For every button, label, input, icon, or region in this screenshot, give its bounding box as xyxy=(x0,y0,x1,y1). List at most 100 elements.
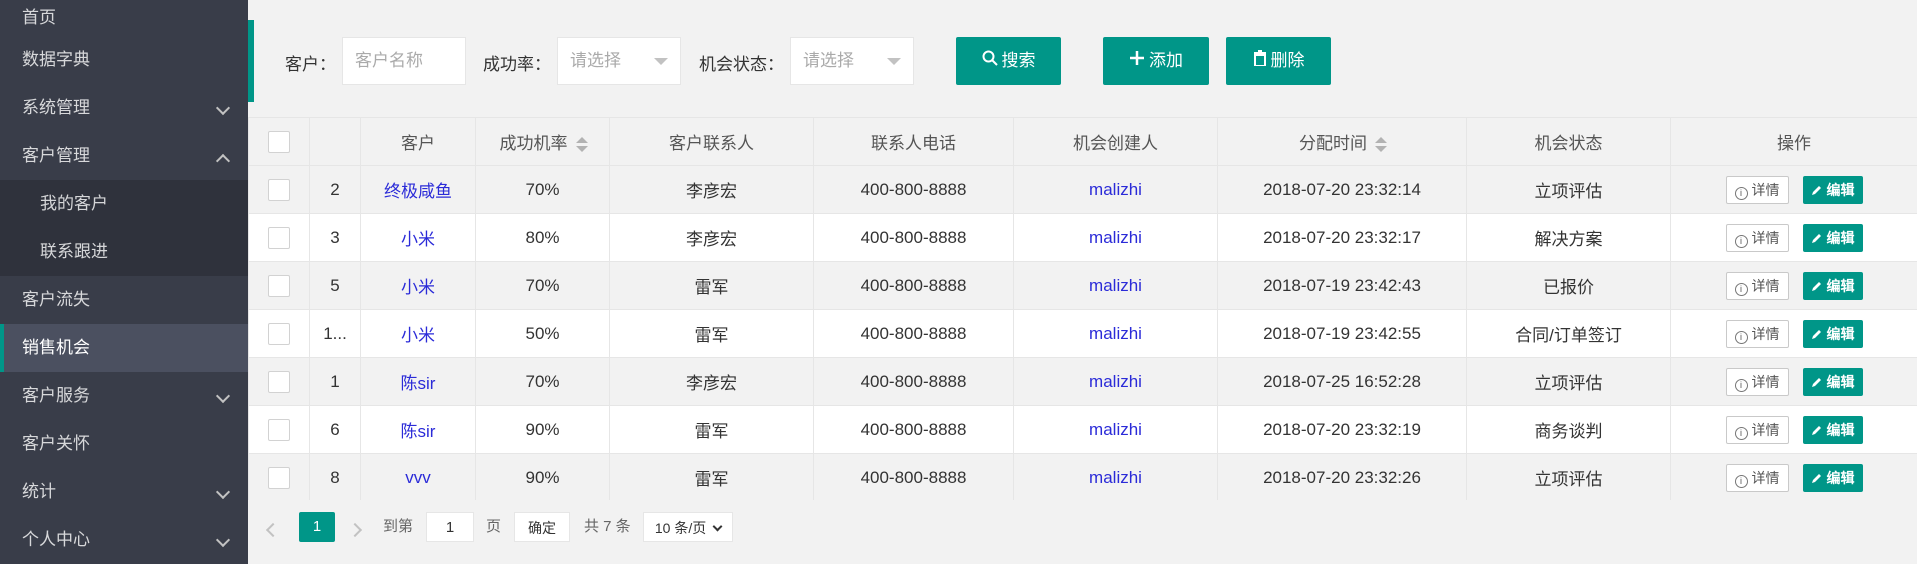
sidebar-item-customer-service[interactable]: 客户服务 xyxy=(0,372,248,420)
row-contact-text: 雷军 xyxy=(694,278,729,297)
sidebar-item-dictionary[interactable]: 数据字典 xyxy=(0,36,248,84)
detail-label: 详情 xyxy=(1751,469,1780,486)
row-creator-text[interactable]: malizhi xyxy=(1089,324,1142,343)
header-success-rate[interactable]: 成功机率 xyxy=(475,117,610,166)
detail-button[interactable]: i 详情 xyxy=(1725,367,1789,396)
table-row[interactable]: 6 陈sir 90% 雷军 400-800-8888 malizhi 2018-07-20 … xyxy=(248,405,1917,454)
success-rate-select[interactable]: 请选择 xyxy=(557,37,681,85)
row-checkbox[interactable] xyxy=(268,370,290,393)
row-assign-time-text: 2018-07-20 23:32:26 xyxy=(1263,467,1421,487)
table-row[interactable]: 1... 小米 50% 雷军 400-800-8888 malizhi 2018-07-19… xyxy=(248,309,1917,358)
delete-button[interactable]: 删除 xyxy=(1226,37,1331,85)
row-assign-time: 2018-07-19 23:42:43 xyxy=(1217,261,1467,310)
opportunity-status-select[interactable]: 请选择 xyxy=(790,37,914,85)
edit-button[interactable]: 编辑 xyxy=(1802,175,1863,204)
header-assign-time[interactable]: 分配时间 xyxy=(1217,117,1467,166)
search-button[interactable]: 搜索 xyxy=(956,37,1061,85)
sidebar-item-system[interactable]: 系统管理 xyxy=(0,84,248,132)
row-select-cell xyxy=(248,405,310,454)
sidebar-item-follow-up[interactable]: 联系跟进 xyxy=(0,228,248,276)
row-customer: 小米 xyxy=(360,213,476,262)
row-customer-text[interactable]: vvv xyxy=(405,468,431,487)
prev-page-icon[interactable] xyxy=(265,516,281,546)
row-phone-text: 400-800-8888 xyxy=(860,179,967,199)
sidebar-item-statistics[interactable]: 统计 xyxy=(0,468,248,516)
select-all-cell xyxy=(248,117,310,166)
sidebar-item-home[interactable]: 首页 xyxy=(0,0,248,36)
table-row[interactable]: 8 vvv 90% 雷军 400-800-8888 malizhi 2018-07-20 2… xyxy=(248,453,1917,500)
row-creator-text[interactable]: malizhi xyxy=(1089,372,1142,391)
row-checkbox[interactable] xyxy=(268,226,290,249)
customer-name-input[interactable]: 客户名称 xyxy=(342,37,466,85)
row-customer-text[interactable]: 终极咸鱼 xyxy=(384,182,452,201)
edit-button[interactable]: 编辑 xyxy=(1802,463,1863,492)
row-select-cell xyxy=(248,213,310,262)
row-creator: malizhi xyxy=(1013,357,1218,406)
sidebar-item-personal-center[interactable]: 个人中心 xyxy=(0,516,248,564)
sort-icon[interactable] xyxy=(575,136,588,153)
detail-button[interactable]: i 详情 xyxy=(1725,223,1789,252)
header-assign-time-label: 分配时间 xyxy=(1299,134,1367,153)
page-1-button[interactable]: 1 xyxy=(299,512,335,542)
table-row[interactable]: 3 小米 80% 李彦宏 400-800-8888 malizhi 2018-07-20 2… xyxy=(248,213,1917,262)
sidebar-item-label: 个人中心 xyxy=(22,530,90,549)
sort-icon[interactable] xyxy=(1375,136,1387,153)
sidebar-item-customer-loss[interactable]: 客户流失 xyxy=(0,276,248,324)
row-phone: 400-800-8888 xyxy=(813,453,1014,500)
row-creator-text[interactable]: malizhi xyxy=(1089,228,1142,247)
edit-button[interactable]: 编辑 xyxy=(1802,415,1863,444)
delete-button-label: 删除 xyxy=(1270,51,1305,70)
row-checkbox[interactable] xyxy=(268,466,290,489)
row-checkbox[interactable] xyxy=(268,178,290,201)
row-actions: i 详情 编辑 xyxy=(1670,213,1917,262)
edit-button[interactable]: 编辑 xyxy=(1802,319,1863,348)
row-creator-text[interactable]: malizhi xyxy=(1089,180,1142,199)
next-page-icon[interactable] xyxy=(347,516,363,546)
sidebar-item-customer-care[interactable]: 客户关怀 xyxy=(0,420,248,468)
row-id-text: 8 xyxy=(330,467,340,487)
detail-button[interactable]: i 详情 xyxy=(1725,175,1789,204)
row-customer-text[interactable]: 陈sir xyxy=(401,374,436,393)
select-all-checkbox[interactable] xyxy=(268,130,290,153)
row-id-text: 5 xyxy=(330,275,340,295)
add-button[interactable]: 添加 xyxy=(1103,37,1209,85)
row-customer-text[interactable]: 小米 xyxy=(401,326,435,345)
detail-button[interactable]: i 详情 xyxy=(1725,463,1789,492)
edit-button[interactable]: 编辑 xyxy=(1802,223,1863,252)
sidebar-item-label: 系统管理 xyxy=(22,98,90,117)
pencil-icon xyxy=(1811,281,1821,291)
sidebar-item-my-customers[interactable]: 我的客户 xyxy=(0,180,248,228)
table-row[interactable]: 1 陈sir 70% 李彦宏 400-800-8888 malizhi 2018-07-25… xyxy=(248,357,1917,406)
detail-button[interactable]: i 详情 xyxy=(1725,319,1789,348)
row-checkbox[interactable] xyxy=(268,322,290,345)
row-customer-text[interactable]: 小米 xyxy=(401,278,435,297)
row-customer-text[interactable]: 小米 xyxy=(401,230,435,249)
sidebar-item-label: 客户流失 xyxy=(22,290,90,309)
row-checkbox[interactable] xyxy=(268,274,290,297)
table-row[interactable]: 2 终极咸鱼 70% 李彦宏 400-800-8888 malizhi 2018-07-20… xyxy=(248,165,1917,214)
goto-confirm-button[interactable]: 确定 xyxy=(514,512,570,542)
header-customer: 客户 xyxy=(360,117,476,166)
detail-button[interactable]: i 详情 xyxy=(1725,271,1789,300)
row-checkbox[interactable] xyxy=(268,418,290,441)
pencil-icon xyxy=(1811,377,1821,387)
row-creator-text[interactable]: malizhi xyxy=(1089,420,1142,439)
plus-icon xyxy=(1129,37,1145,85)
sidebar-item-sales-opportunity[interactable]: 销售机会 xyxy=(0,324,248,372)
detail-button[interactable]: i 详情 xyxy=(1725,415,1789,444)
row-success-rate: 50% xyxy=(475,309,610,358)
edit-button[interactable]: 编辑 xyxy=(1802,367,1863,396)
row-status: 已报价 xyxy=(1466,261,1671,310)
row-customer-text[interactable]: 陈sir xyxy=(401,422,436,441)
page-size-select[interactable]: 10 条/页 xyxy=(643,512,733,542)
edit-button[interactable]: 编辑 xyxy=(1802,271,1863,300)
table-row[interactable]: 5 小米 70% 雷军 400-800-8888 malizhi 2018-07-19 23… xyxy=(248,261,1917,310)
row-assign-time-text: 2018-07-25 16:52:28 xyxy=(1263,371,1421,391)
edit-label: 编辑 xyxy=(1826,229,1855,246)
row-creator-text[interactable]: malizhi xyxy=(1089,468,1142,487)
sidebar-item-customer-mgmt[interactable]: 客户管理 xyxy=(0,132,248,180)
row-creator-text[interactable]: malizhi xyxy=(1089,276,1142,295)
goto-page-input[interactable]: 1 xyxy=(426,512,474,542)
row-customer: vvv xyxy=(360,453,476,500)
row-status: 立项评估 xyxy=(1466,165,1671,214)
